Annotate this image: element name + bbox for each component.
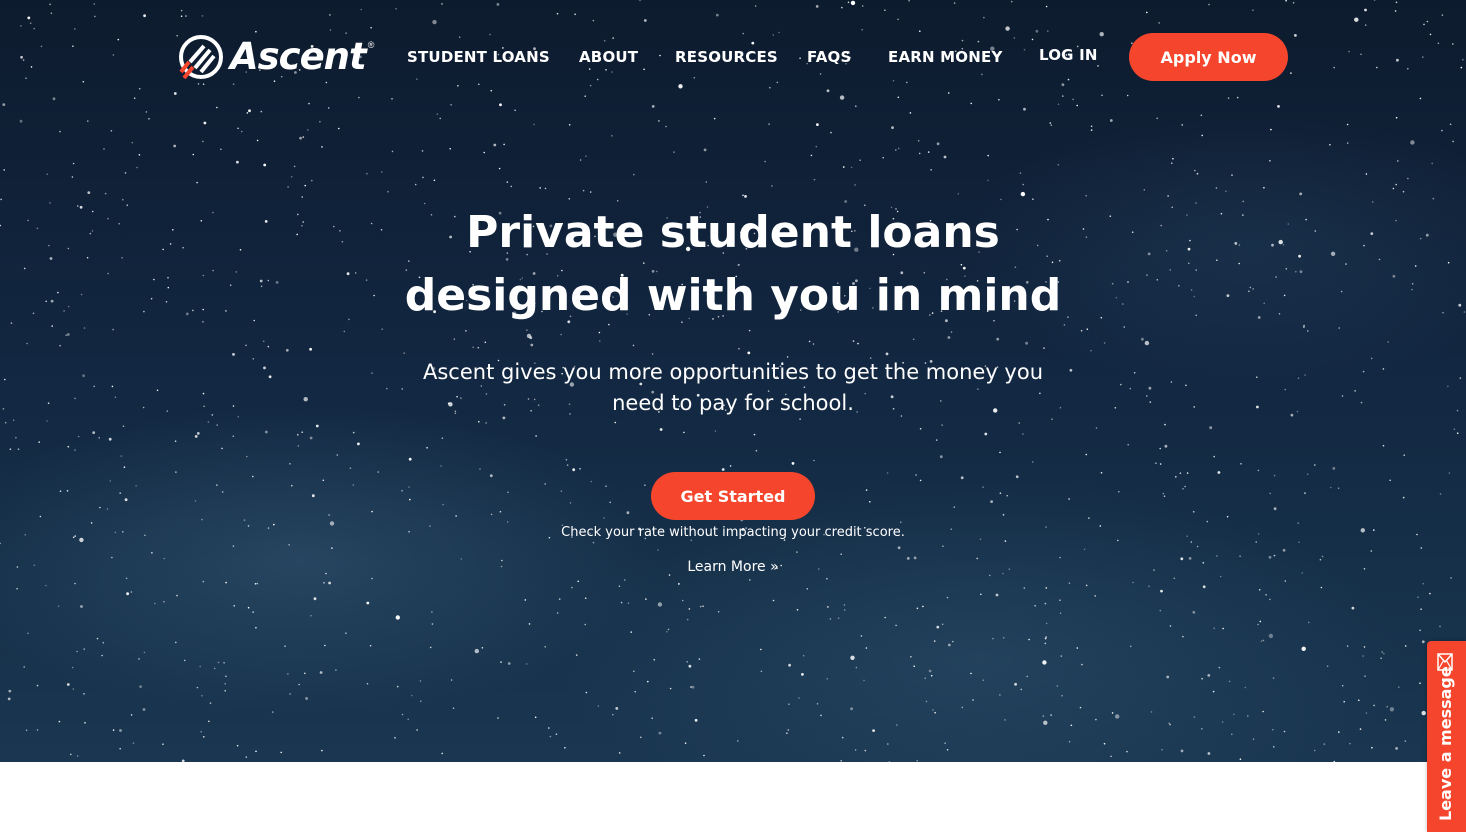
logo-wordmark: Ascent	[230, 35, 367, 78]
learn-more-link[interactable]: Learn More »	[633, 557, 833, 577]
nav-faqs[interactable]: FAQS	[807, 46, 852, 68]
registered-mark: ®	[367, 40, 375, 50]
hero-section: Ascent ® STUDENT LOANS ABOUT RESOURCES F…	[0, 0, 1466, 762]
nav-earn-money[interactable]: EARN MONEY	[888, 46, 1003, 68]
hero-subhead: Ascent gives you more opportunities to g…	[423, 360, 1044, 415]
apply-now-button[interactable]: Apply Now	[1129, 33, 1288, 81]
leave-message-label: Leave a message	[1436, 666, 1455, 821]
nav-student-loans[interactable]: STUDENT LOANS	[407, 46, 550, 68]
ascent-logo-icon	[179, 35, 223, 80]
credit-score-note: Check your rate without impacting your c…	[561, 525, 905, 540]
leave-message-tab[interactable]: Leave a message	[1427, 641, 1466, 832]
nav-about[interactable]: ABOUT	[579, 46, 638, 68]
get-started-button[interactable]: Get Started	[651, 472, 815, 520]
nav-resources[interactable]: RESOURCES	[675, 46, 778, 68]
nav-log-in[interactable]: LOG IN	[1039, 44, 1098, 66]
ascent-logo[interactable]: Ascent ®	[178, 34, 374, 80]
hero-headline: Private student loans designed with you …	[383, 201, 1083, 327]
headline-line-2: designed with you in mind	[404, 270, 1062, 321]
headline-line-1: Private student loans	[466, 207, 1000, 258]
